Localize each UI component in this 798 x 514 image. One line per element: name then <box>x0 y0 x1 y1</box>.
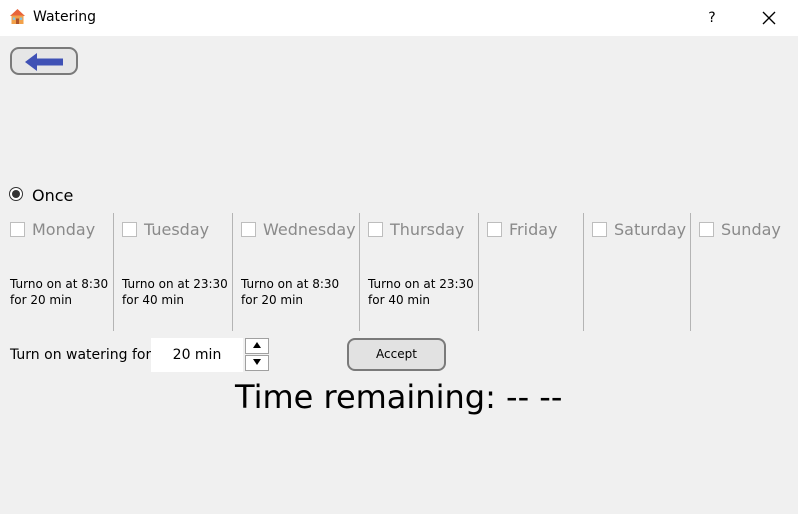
wednesday-schedule-line2: for 20 min <box>241 293 304 307</box>
window-title: Watering <box>33 9 97 25</box>
thursday-schedule: Turno on at 23:30 for 40 min <box>368 276 474 308</box>
thursday-label: Thursday <box>390 220 465 239</box>
saturday-label: Saturday <box>614 220 687 239</box>
arrow-left-icon <box>25 53 63 71</box>
monday-label: Monday <box>32 220 96 239</box>
column-divider <box>583 213 584 331</box>
friday-label: Friday <box>509 220 558 239</box>
column-divider <box>232 213 233 331</box>
tuesday-schedule: Turno on at 23:30 for 40 min <box>122 276 228 308</box>
column-divider <box>690 213 691 331</box>
duration-spinbox-buttons <box>245 338 270 372</box>
thursday-schedule-line1: Turno on at 23:30 <box>368 277 474 291</box>
monday-schedule-line1: Turno on at 8:30 <box>10 277 109 291</box>
monday-checkbox[interactable] <box>10 222 25 237</box>
monday-schedule-line2: for 20 min <box>10 293 73 307</box>
accept-button[interactable]: Accept <box>347 338 446 371</box>
radio-button-selected[interactable] <box>9 187 23 201</box>
monday-schedule: Turno on at 8:30 for 20 min <box>10 276 108 308</box>
friday-checkbox[interactable] <box>487 222 502 237</box>
duration-spinbox-input[interactable]: 20 min <box>151 338 243 372</box>
house-icon <box>10 9 25 24</box>
wednesday-schedule: Turno on at 8:30 for 20 min <box>241 276 339 308</box>
sunday-label: Sunday <box>721 220 781 239</box>
once-label: Once <box>32 186 74 205</box>
triangle-up-icon <box>253 342 261 348</box>
watering-duration-label: Turn on watering for <box>10 347 152 363</box>
sunday-checkbox[interactable] <box>699 222 714 237</box>
column-divider <box>113 213 114 331</box>
column-divider <box>359 213 360 331</box>
help-button[interactable]: ? <box>700 6 724 30</box>
tuesday-checkbox[interactable] <box>122 222 137 237</box>
tuesday-schedule-line2: for 40 min <box>122 293 185 307</box>
saturday-checkbox[interactable] <box>592 222 607 237</box>
title-bar: Watering ? <box>0 0 798 36</box>
wednesday-checkbox[interactable] <box>241 222 256 237</box>
wednesday-label: Wednesday <box>263 220 356 239</box>
wednesday-schedule-line1: Turno on at 8:30 <box>241 277 340 291</box>
triangle-down-icon <box>253 359 261 365</box>
time-remaining-display: Time remaining: -- -- <box>235 378 563 416</box>
column-divider <box>478 213 479 331</box>
tuesday-label: Tuesday <box>144 220 210 239</box>
spin-up-button[interactable] <box>245 338 269 354</box>
thursday-checkbox[interactable] <box>368 222 383 237</box>
back-button[interactable] <box>10 47 78 75</box>
thursday-schedule-line2: for 40 min <box>368 293 431 307</box>
close-icon[interactable] <box>755 4 783 32</box>
spin-down-button[interactable] <box>245 355 269 371</box>
tuesday-schedule-line1: Turno on at 23:30 <box>122 277 228 291</box>
